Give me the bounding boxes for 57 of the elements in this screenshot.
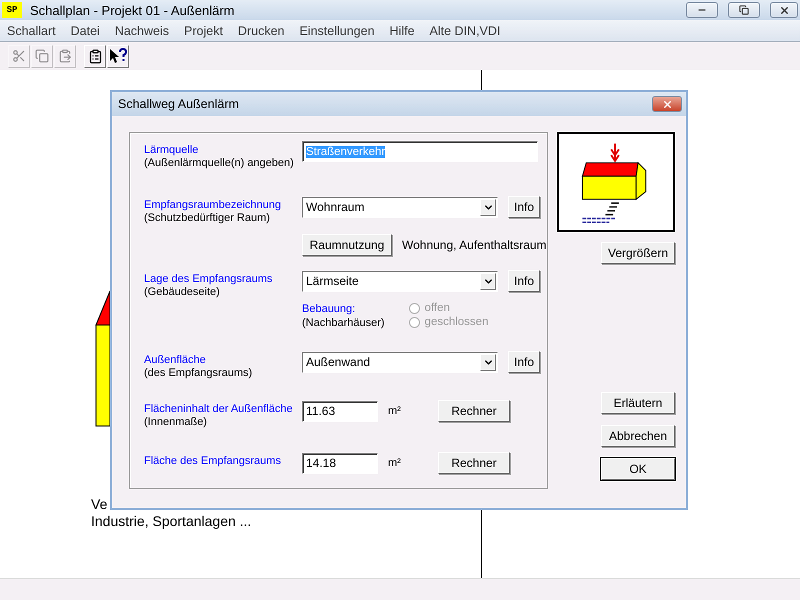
field-hint: (Schutzbedürftiger Raum) xyxy=(144,212,271,225)
number-field[interactable]: 14.18 xyxy=(302,452,378,474)
field-hint: (des Empfangsraums) xyxy=(144,367,254,380)
menu-item[interactable]: Datei xyxy=(70,24,100,38)
menu-item[interactable]: Hilfe xyxy=(390,24,415,38)
field-hint: (Nachbarhäuser) xyxy=(302,316,385,330)
app-logo: SP xyxy=(2,2,22,18)
number-field[interactable]: 11.63 xyxy=(302,400,378,422)
room-use-note: Wohnung, Aufenthaltsraum xyxy=(402,238,547,252)
close-icon xyxy=(662,98,672,110)
menu-item[interactable]: Schallart xyxy=(7,24,56,38)
room-use-button[interactable]: Raumnutzung xyxy=(302,234,392,256)
unit-label: m² xyxy=(388,457,402,469)
field-hint: (Außenlärmquelle(n) angeben) xyxy=(144,157,295,170)
field-hint: (Gebäudeseite) xyxy=(144,286,221,299)
paste-icon xyxy=(58,49,72,63)
calculator-button[interactable]: Rechner xyxy=(438,400,510,422)
help-cursor-icon xyxy=(109,48,127,64)
field-label: Flächeninhalt der Außenfläche xyxy=(144,403,294,416)
field-label: Bebauung: xyxy=(302,302,356,316)
field-label: Lärmquelle xyxy=(144,144,200,157)
field-label: Fläche des Empfangsraums xyxy=(144,455,282,468)
field-label: Lage des Empfangsraums xyxy=(144,273,274,286)
calculator-button[interactable]: Rechner xyxy=(438,452,510,474)
menu-item[interactable]: Drucken xyxy=(238,24,284,38)
enlarge-button[interactable]: Vergrößern xyxy=(601,242,675,264)
dialog-button[interactable]: Erläutern xyxy=(601,392,675,414)
close-icon xyxy=(778,4,790,16)
field-hint: (Innenmaße) xyxy=(144,416,208,429)
minimize-button[interactable] xyxy=(686,2,718,18)
field-label: Empfangsraumbezeichnung xyxy=(144,199,282,212)
info-button[interactable]: Info xyxy=(508,196,540,218)
close-button[interactable] xyxy=(770,2,798,18)
dialog-title: Schallweg Außenlärm xyxy=(118,97,239,111)
info-button[interactable]: Info xyxy=(508,351,540,373)
properties-icon xyxy=(88,48,102,64)
restore-button[interactable] xyxy=(728,2,760,18)
menu-item[interactable]: Nachweis xyxy=(114,24,170,38)
copy-icon xyxy=(35,49,49,63)
canvas-text: Ve xyxy=(91,496,108,513)
dialog-button[interactable]: OK xyxy=(601,458,675,480)
menu-item[interactable]: Projekt xyxy=(184,24,223,38)
unit-label: m² xyxy=(388,405,402,417)
window-title: Schallplan - Projekt 01 - Außenlärm xyxy=(30,2,236,18)
menu-item[interactable]: Alte DIN,VDI xyxy=(430,24,500,38)
toolbar-button[interactable] xyxy=(107,44,129,68)
field-label: Außenfläche xyxy=(144,354,207,367)
cut-icon xyxy=(12,49,26,63)
dropdown-field[interactable]: Außenwand xyxy=(302,352,498,372)
toolbar-button[interactable] xyxy=(84,44,106,68)
canvas-text: Industrie, Sportanlagen ... xyxy=(91,513,252,530)
dialog-button[interactable]: Abbrechen xyxy=(601,425,675,447)
dropdown-field[interactable]: Lärmseite xyxy=(302,270,498,292)
dropdown-field[interactable]: Wohnraum xyxy=(302,196,498,218)
menu-item[interactable]: Einstellungen xyxy=(299,24,375,38)
info-button[interactable]: Info xyxy=(508,270,540,292)
restore-icon xyxy=(739,5,749,15)
